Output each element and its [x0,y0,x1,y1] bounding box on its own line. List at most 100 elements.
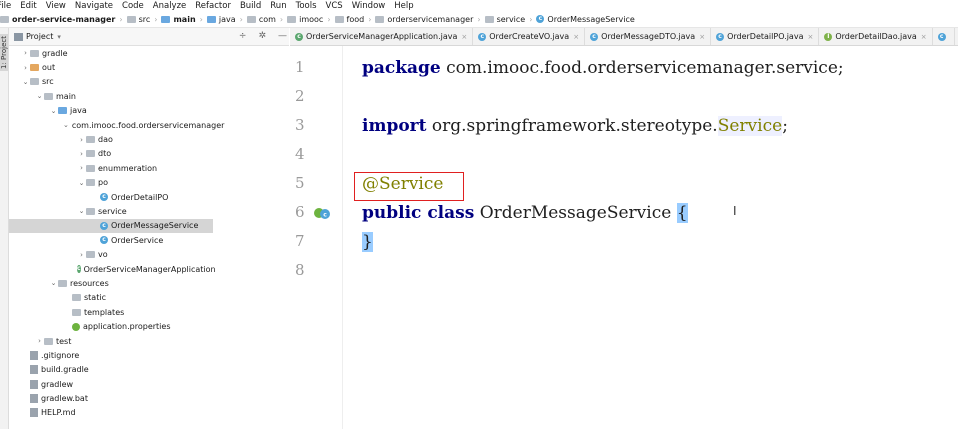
expand-arrow-icon[interactable]: ⌄ [77,179,86,187]
breadcrumb-item[interactable]: service [484,15,525,24]
expand-arrow-icon[interactable]: › [35,337,44,345]
close-icon[interactable]: × [573,33,579,41]
editor-tab[interactable]: I OrderDetailDao.java × [819,28,933,45]
tree-item[interactable]: ⌄ com.imooc.food.orderservicemanager [9,118,224,132]
tree-item[interactable]: c OrderMessageService [9,218,213,234]
tree-item[interactable]: gradlew [9,377,213,391]
menu-item-window[interactable]: Window [352,1,386,11]
editor-tab[interactable]: c OrderDetailPO.java × [711,28,820,45]
tree-item-label: .gitignore [41,350,80,360]
close-icon[interactable]: × [921,33,927,41]
breadcrumb-item[interactable]: com [246,15,276,24]
expand-arrow-icon[interactable]: ⌄ [35,92,44,100]
editor-tab[interactable]: c OrderMessageDTO.java × [585,28,712,45]
editor-tab-overflow[interactable]: c [933,28,955,45]
expand-arrow-icon[interactable]: ⌄ [49,279,58,287]
breadcrumb-item[interactable]: java [206,15,236,24]
tree-item-label: src [42,77,54,87]
tree-item-label: po [98,178,108,188]
menu-item-help[interactable]: Help [394,1,413,11]
menu-item-vcs[interactable]: VCS [326,1,343,11]
expand-arrow-icon[interactable]: ⌄ [21,78,30,86]
line-number: 2 [295,87,305,105]
menu-item-code[interactable]: Code [122,1,144,11]
expand-arrow-icon[interactable]: › [77,136,86,144]
expand-arrow-icon[interactable]: › [77,150,86,158]
folder-icon [375,15,385,23]
expand-arrow-icon[interactable]: › [21,64,30,72]
tree-item[interactable]: ⌄ resources [9,276,213,290]
chevron-down-icon[interactable]: ▾ [57,33,61,41]
expand-arrow-icon[interactable]: ⌄ [49,107,58,115]
tree-item[interactable]: › dao [9,132,213,146]
folder-icon [58,279,67,287]
tree-item[interactable]: .gitignore [9,348,213,362]
tree-item[interactable]: ⌄ po [9,176,213,190]
menu-item-build[interactable]: Build [240,1,261,11]
menu-item-navigate[interactable]: Navigate [75,1,113,11]
tree-item[interactable]: ⌄ main [9,89,213,103]
chevron-right-icon: › [239,14,243,24]
tree-item[interactable]: templates [9,305,213,319]
gear-icon[interactable]: ✲ [258,31,266,41]
breadcrumb-label: imooc [299,14,324,24]
folder-icon [334,15,344,23]
chevron-right-icon: › [199,14,203,24]
tree-item[interactable]: HELP.md [9,406,213,420]
chevron-right-icon: › [477,14,481,24]
expand-arrow-icon[interactable]: ⌄ [77,207,86,215]
tree-item-label: dto [98,149,112,159]
close-icon[interactable]: × [461,33,467,41]
expand-arrow-icon[interactable]: ⌄ [63,121,69,129]
breadcrumb-item[interactable]: main [161,15,196,24]
breadcrumb-item[interactable]: food [334,15,364,24]
tree-item[interactable]: › test [9,334,213,348]
breadcrumb-item[interactable]: c OrderMessageService [536,15,635,24]
menu-item-run[interactable]: Run [270,1,286,11]
close-icon[interactable]: × [699,33,705,41]
menu-item-refactor[interactable]: Refactor [195,1,231,11]
tree-item[interactable]: ⌄ service [9,204,213,218]
tree-item[interactable]: › gradle [9,46,213,60]
tree-item-label: application.properties [83,322,171,332]
spring-bean-gutter-icon[interactable]: c [313,206,331,220]
tree-item[interactable]: c OrderService [9,233,213,247]
code-editor[interactable]: package com.imooc.food.orderservicemanag… [362,46,958,429]
folder-icon [86,179,95,187]
tree-item[interactable]: ⌄ src [9,75,213,89]
project-tool-button[interactable]: 1: Project [0,34,8,71]
breadcrumb-item[interactable]: src [126,15,150,24]
tree-item[interactable]: › dto [9,147,213,161]
collapse-all-icon[interactable]: ÷ [239,31,247,41]
tree-item[interactable]: › enummeration [9,161,213,175]
tree-item[interactable]: application.properties [9,319,213,333]
interface-icon: I [824,32,833,41]
code-line-6: public class OrderMessageService { [362,203,688,223]
breadcrumb-item[interactable]: imooc [287,15,323,24]
expand-arrow-icon[interactable]: › [77,251,86,259]
breadcrumb-item[interactable]: orderservicemanager [375,15,473,24]
tree-item[interactable]: gradlew.bat [9,391,213,405]
tree-item[interactable]: static [9,291,213,305]
expand-arrow-icon[interactable]: › [21,49,30,57]
tree-item[interactable]: c OrderDetailPO [9,190,213,204]
menu-item-edit[interactable]: Edit [20,1,36,11]
line-number: 4 [295,145,305,163]
tool-window-strip: 1: Project [0,28,9,429]
tree-item[interactable]: › out [9,60,213,74]
tree-item[interactable]: › vo [9,247,213,261]
menu-item-view[interactable]: View [46,1,66,11]
menu-item-analyze[interactable]: Analyze [153,1,187,11]
tree-item[interactable]: ⌄ java [9,104,213,118]
expand-arrow-icon[interactable]: › [77,164,86,172]
editor-tab[interactable]: c OrderCreateVO.java × [473,28,586,45]
menu-item-file[interactable]: File [0,1,11,11]
tree-item[interactable]: build.gradle [9,363,213,377]
project-view-selector[interactable]: Project [26,32,53,41]
close-icon[interactable]: × [807,33,813,41]
menu-item-tools[interactable]: Tools [296,1,317,11]
tree-item[interactable]: c OrderServiceManagerApplication [9,262,216,276]
editor-tab[interactable]: c OrderServiceManagerApplication.java × [290,28,474,45]
hide-icon[interactable]: — [278,31,287,41]
breadcrumb-project[interactable]: order-service-manager [0,15,115,24]
